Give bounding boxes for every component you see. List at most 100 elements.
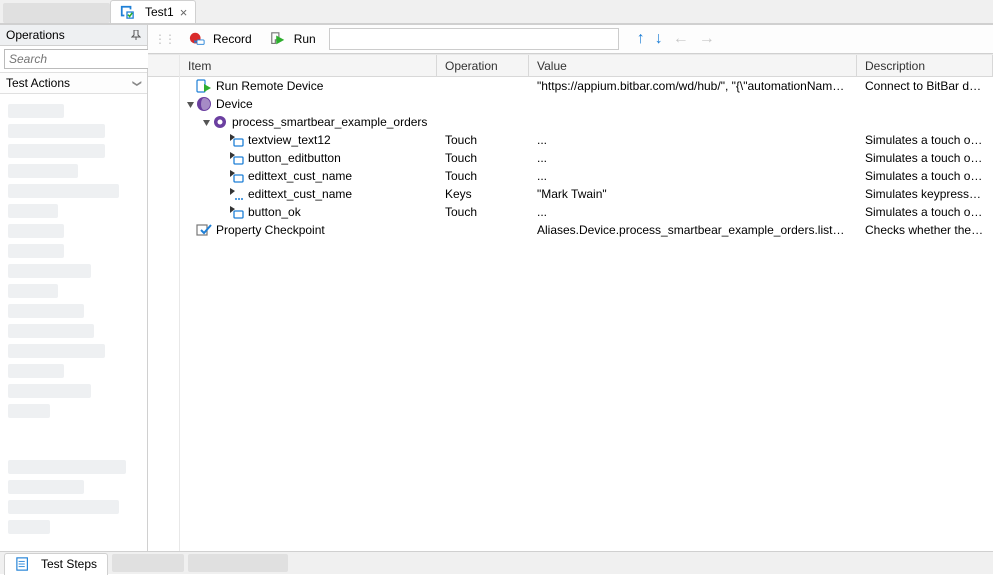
table-row[interactable]: process_smartbear_example_orders xyxy=(180,113,993,131)
toolbar-grip: ⋮⋮ xyxy=(154,32,174,46)
description-text: Simulates a touch on the xyxy=(865,205,985,219)
value-text: ... xyxy=(537,205,547,219)
toolbar-input[interactable] xyxy=(329,28,619,50)
list-item[interactable] xyxy=(8,284,58,298)
item-text: edittext_cust_name xyxy=(248,169,352,183)
item-text: button_ok xyxy=(248,205,301,219)
record-label: Record xyxy=(213,32,252,46)
test-steps-grid: Item Operation Value Description Run Rem… xyxy=(148,54,993,551)
object-icon xyxy=(228,168,244,184)
list-item[interactable] xyxy=(8,344,105,358)
operation-text: Touch xyxy=(445,151,477,165)
test-editor: ⋮⋮ Record Run ↑ ↓ ← → xyxy=(148,24,993,551)
tab-close-button[interactable]: × xyxy=(180,6,188,19)
list-item[interactable] xyxy=(8,264,91,278)
run-remote-device-icon xyxy=(196,78,212,94)
move-up-button[interactable]: ↑ xyxy=(637,30,645,48)
item-text: edittext_cust_name xyxy=(248,187,352,201)
value-text: Aliases.Device.process_smartbear_example… xyxy=(537,223,849,237)
keys-icon xyxy=(228,186,244,202)
header-description[interactable]: Description xyxy=(857,55,993,76)
value-text: ... xyxy=(537,151,547,165)
header-value[interactable]: Value xyxy=(529,55,857,76)
description-text: Simulates keypresses on xyxy=(865,187,985,201)
table-row[interactable]: button_editbutton Touch... Simulates a tou… xyxy=(180,149,993,167)
tab-test1[interactable]: Test1 × xyxy=(110,0,196,23)
description-text: Simulates a touch on the xyxy=(865,169,985,183)
expander-icon[interactable] xyxy=(200,118,212,127)
list-item[interactable] xyxy=(8,364,64,378)
list-item[interactable] xyxy=(8,500,119,514)
table-row[interactable]: textview_text12Touch...Simulates a touch… xyxy=(180,131,993,149)
table-row[interactable]: button_ok Touch... Simulates a touch on th… xyxy=(180,203,993,221)
move-left-button[interactable]: ← xyxy=(673,30,689,48)
operations-panel-title: Operations xyxy=(6,28,65,42)
tab-title: Test1 xyxy=(145,5,174,19)
list-item[interactable] xyxy=(8,124,105,138)
expander-icon[interactable] xyxy=(184,100,196,109)
list-item[interactable] xyxy=(8,384,91,398)
test-actions-section-header[interactable]: Test Actions ❯ xyxy=(0,72,147,94)
record-icon xyxy=(189,31,205,47)
list-item[interactable] xyxy=(8,144,105,158)
header-item[interactable]: Item xyxy=(180,55,437,76)
operations-panel: Operations Test Actions ❯ xyxy=(0,24,148,551)
search-row xyxy=(0,46,147,72)
description-text: Checks whether the 'Tex xyxy=(865,223,985,237)
run-button[interactable]: Run xyxy=(263,28,323,50)
item-text: Property Checkpoint xyxy=(216,223,325,237)
list-item[interactable] xyxy=(8,244,64,258)
keyword-test-icon xyxy=(119,4,135,20)
checkpoint-icon xyxy=(196,222,212,238)
list-item[interactable] xyxy=(8,304,84,318)
list-item[interactable] xyxy=(8,520,50,534)
bottom-tab-placeholder[interactable] xyxy=(112,554,184,572)
table-row[interactable]: Device xyxy=(180,95,993,113)
move-right-button[interactable]: → xyxy=(699,30,715,48)
item-text: button_editbutton xyxy=(248,151,341,165)
tab-placeholder xyxy=(3,3,110,23)
move-down-button[interactable]: ↓ xyxy=(655,30,663,48)
list-item[interactable] xyxy=(8,184,119,198)
object-icon xyxy=(228,132,244,148)
table-row[interactable]: edittext_cust_nameTouch...Simulates a to… xyxy=(180,167,993,185)
grid-header-row: Item Operation Value Description xyxy=(180,55,993,77)
search-input[interactable] xyxy=(4,49,171,69)
tab-test-steps[interactable]: Test Steps xyxy=(4,553,108,575)
operations-list xyxy=(0,94,147,551)
description-text: Connect to BitBar device xyxy=(865,79,985,93)
object-icon xyxy=(228,204,244,220)
value-text: "https://appium.bitbar.com/wd/hub/", "{\… xyxy=(537,79,849,93)
list-item[interactable] xyxy=(8,324,94,338)
editor-toolbar: ⋮⋮ Record Run ↑ ↓ ← → xyxy=(148,24,993,54)
item-text: process_smartbear_example_orders xyxy=(232,115,427,129)
value-text: ... xyxy=(537,133,547,147)
record-button[interactable]: Record xyxy=(182,28,259,50)
operation-text: Keys xyxy=(445,187,472,201)
test-steps-label: Test Steps xyxy=(41,557,97,571)
value-text: ... xyxy=(537,169,547,183)
process-icon xyxy=(212,114,228,130)
list-item[interactable] xyxy=(8,404,50,418)
item-text: Device xyxy=(216,97,253,111)
list-item[interactable] xyxy=(8,104,64,118)
list-item[interactable] xyxy=(8,164,78,178)
list-item[interactable] xyxy=(8,224,64,238)
operation-text: Touch xyxy=(445,205,477,219)
description-text: Simulates a touch on the xyxy=(865,133,985,147)
list-item[interactable] xyxy=(8,480,84,494)
item-text: Run Remote Device xyxy=(216,79,323,93)
list-item[interactable] xyxy=(8,460,126,474)
nav-arrows: ↑ ↓ ← → xyxy=(637,30,715,48)
pin-icon[interactable] xyxy=(131,30,141,40)
table-row[interactable]: Property Checkpoint Aliases.Device.proces… xyxy=(180,221,993,239)
bottom-tab-placeholder[interactable] xyxy=(188,554,288,572)
header-operation[interactable]: Operation xyxy=(437,55,529,76)
table-row[interactable]: Run Remote Device "https://appium.bitbar.… xyxy=(180,77,993,95)
item-text: textview_text12 xyxy=(248,133,331,147)
list-item[interactable] xyxy=(8,204,58,218)
operations-panel-header: Operations xyxy=(0,24,147,46)
table-row[interactable]: edittext_cust_nameKeys"Mark Twain"Simula… xyxy=(180,185,993,203)
document-tab-bar: Test1 × xyxy=(0,0,993,24)
description-text: Simulates a touch on the xyxy=(865,151,985,165)
